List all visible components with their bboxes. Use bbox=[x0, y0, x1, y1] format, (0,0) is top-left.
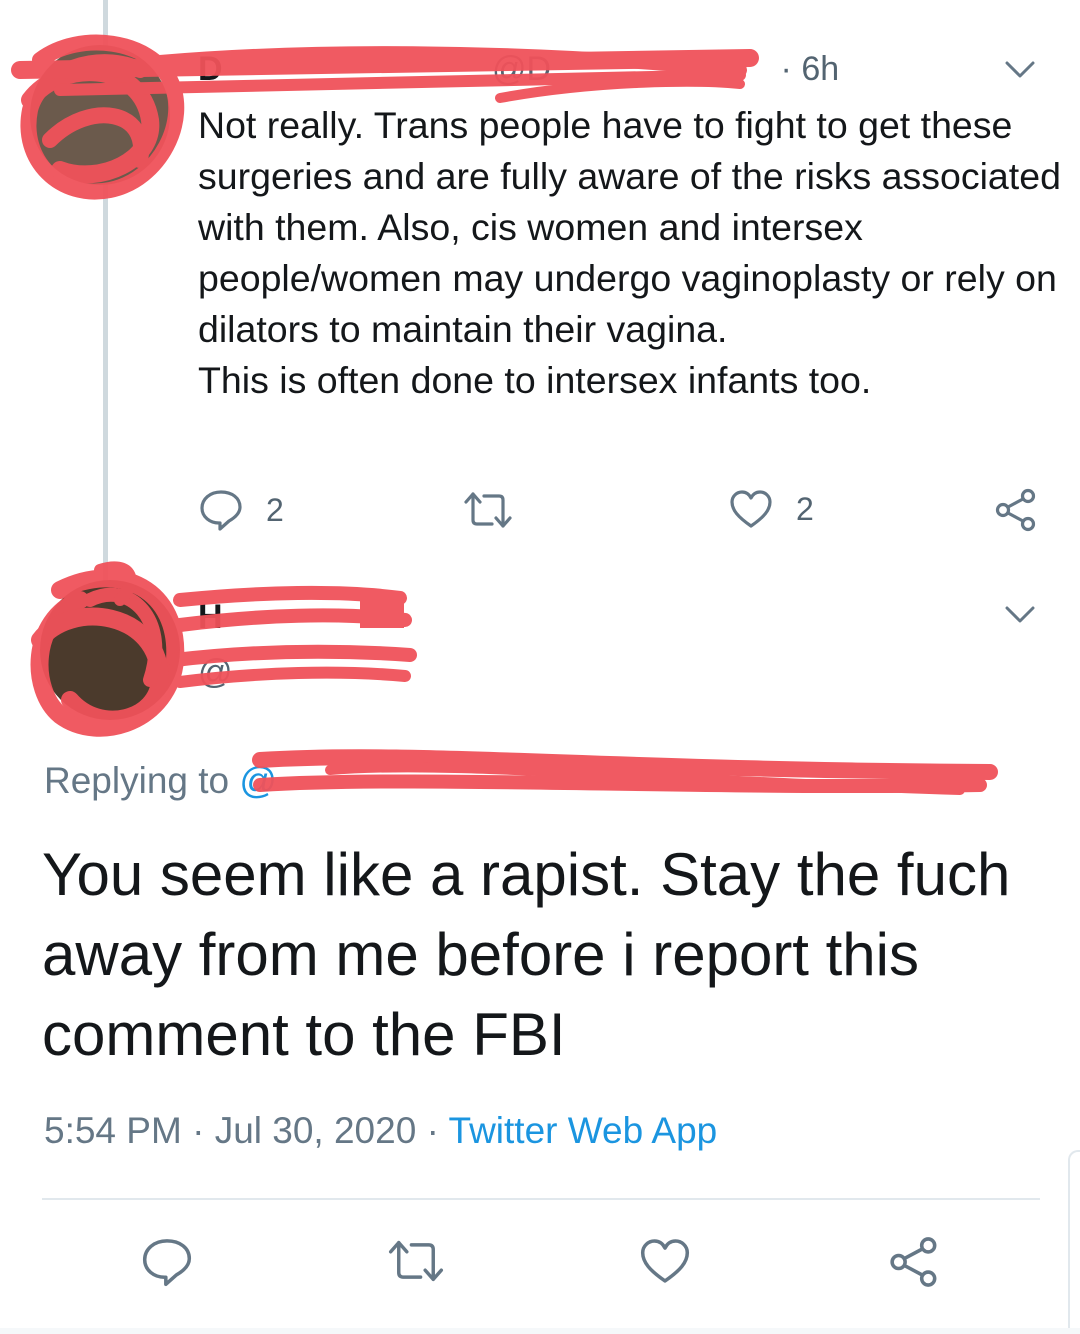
reply-icon bbox=[200, 490, 242, 531]
bottom-edge bbox=[0, 1328, 1080, 1334]
tweet-text: Not really. Trans people have to fight t… bbox=[198, 100, 1068, 406]
meta-separator: · bbox=[416, 1110, 449, 1151]
tweet-text-paragraph: This is often done to intersex infants t… bbox=[198, 359, 872, 401]
replying-to-handle[interactable]: @ bbox=[239, 760, 277, 801]
chevron-down-icon[interactable] bbox=[1003, 55, 1037, 85]
user-name[interactable]: D bbox=[198, 50, 223, 88]
reply-button[interactable]: 2 bbox=[198, 488, 284, 532]
share-button[interactable] bbox=[994, 488, 1038, 532]
tweet-thread-page: D @D · 6h Not really. Trans people have … bbox=[0, 0, 1080, 1334]
user-name[interactable]: H bbox=[198, 598, 223, 637]
retweet-icon bbox=[388, 1240, 444, 1282]
avatar[interactable] bbox=[40, 580, 180, 720]
share-button[interactable] bbox=[888, 1236, 940, 1288]
reply-count: 2 bbox=[266, 491, 284, 528]
tweet-source-link[interactable]: Twitter Web App bbox=[449, 1110, 718, 1151]
scroll-edge bbox=[1068, 1150, 1080, 1334]
retweet-button[interactable] bbox=[386, 1238, 446, 1284]
heart-icon bbox=[730, 490, 772, 528]
user-handle[interactable]: @ bbox=[198, 653, 233, 692]
reply-icon bbox=[142, 1239, 192, 1287]
tweet-text-paragraph: Not really. Trans people have to fight t… bbox=[198, 104, 1061, 350]
tweet-time: 5:54 PM bbox=[44, 1110, 182, 1151]
tweet-time[interactable]: · 6h bbox=[781, 50, 840, 88]
tweet-meta: 5:54 PM · Jul 30, 2020 · Twitter Web App bbox=[44, 1110, 717, 1152]
heart-icon bbox=[640, 1239, 690, 1283]
replying-to-line: Replying to @ bbox=[44, 760, 277, 802]
replying-to-label: Replying to bbox=[44, 760, 240, 801]
avatar[interactable] bbox=[30, 45, 170, 185]
chevron-down-icon[interactable] bbox=[1003, 600, 1037, 630]
like-button[interactable] bbox=[638, 1236, 692, 1286]
share-icon bbox=[890, 1237, 937, 1287]
tweet-text: You seem like a rapist. Stay the fuch aw… bbox=[42, 841, 1011, 1068]
share-icon bbox=[995, 488, 1036, 532]
divider bbox=[42, 1198, 1040, 1200]
reply-button[interactable] bbox=[140, 1236, 194, 1288]
retweet-icon bbox=[464, 492, 512, 528]
like-count: 2 bbox=[796, 490, 814, 527]
tweet-actions bbox=[0, 1230, 1080, 1300]
tweet-date: Jul 30, 2020 bbox=[214, 1110, 417, 1151]
user-handle[interactable]: @D bbox=[492, 50, 551, 88]
tweet-actions: 2 2 bbox=[0, 480, 1080, 540]
tweet-header: D @D · 6h bbox=[198, 50, 839, 89]
like-button[interactable]: 2 bbox=[728, 488, 814, 530]
retweet-button[interactable] bbox=[462, 490, 514, 530]
meta-separator: · bbox=[181, 1110, 215, 1151]
